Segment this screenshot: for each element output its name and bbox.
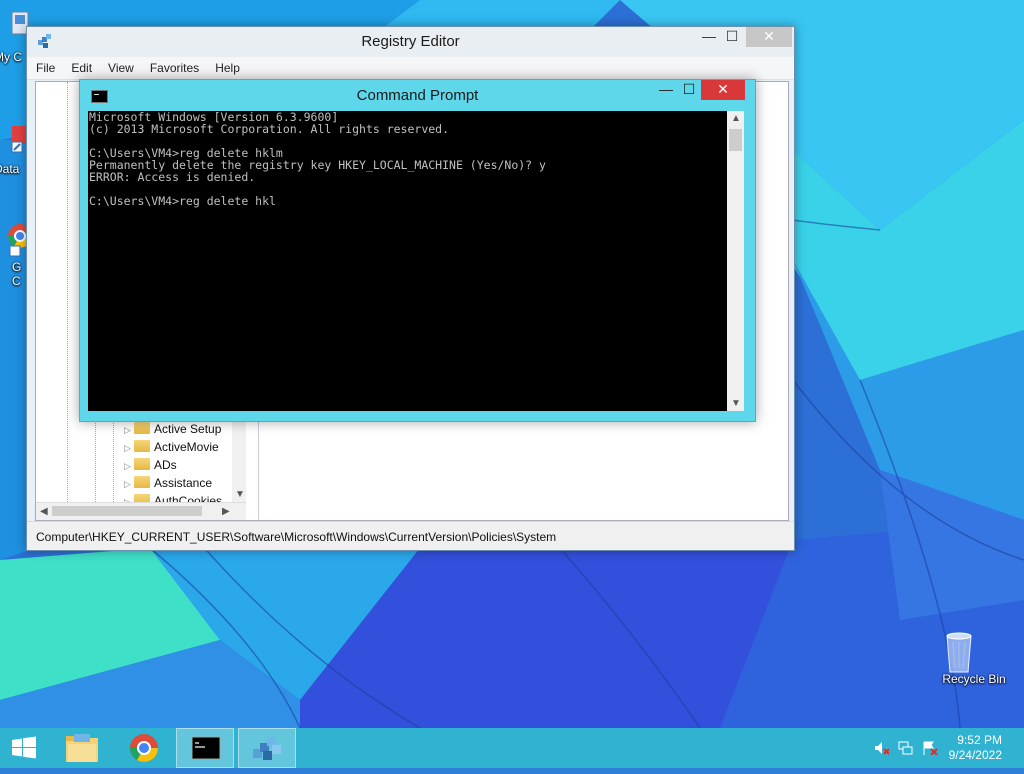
desktop-icon-label: Recycle Bin [942,672,1006,686]
folder-icon [134,440,150,452]
command-prompt-window[interactable]: Command Prompt — ☐ ✕ Microsoft Windows [… [79,79,756,422]
registry-editor-icon [253,737,281,760]
taskbar-command-prompt[interactable] [176,728,234,768]
console-line: ERROR: Access is denied. [89,170,256,184]
menu-favorites[interactable]: Favorites [141,57,206,75]
tree-node-active-setup[interactable]: ▷ Active Setup [124,422,221,436]
folder-icon [134,494,150,502]
chrome-icon [130,734,158,762]
expand-arrow-icon[interactable]: ▷ [124,425,134,436]
tree-node-label: ActiveMovie [154,440,219,454]
system-clock[interactable]: 9:52 PM 9/24/2022 [949,733,1002,763]
taskbar-file-explorer[interactable] [54,728,110,768]
recycle-bin-icon [946,630,994,673]
taskbar: 9:52 PM 9/24/2022 [0,728,1024,768]
taskbar-chrome[interactable] [116,728,172,768]
registry-editor-title: Registry Editor [361,33,460,50]
scroll-right-icon[interactable]: ▶ [222,506,230,517]
tree-node-label: Assistance [154,476,213,490]
network-icon[interactable] [898,741,914,755]
status-bar: Computer\HKEY_CURRENT_USER\Software\Micr… [27,521,794,550]
maximize-button[interactable]: ☐ [674,80,704,100]
command-prompt-icon [191,736,221,760]
tree-node-assistance[interactable]: ▷ Assistance [124,476,212,490]
console-line: (c) 2013 Microsoft Corporation. All righ… [89,122,450,136]
scroll-thumb[interactable] [729,129,742,151]
clock-date: 9/24/2022 [948,748,1002,762]
scroll-up-icon[interactable]: ▲ [731,113,741,124]
volume-muted-icon[interactable] [874,741,890,755]
expand-arrow-icon[interactable]: ▷ [124,461,134,472]
menu-bar: File Edit View Favorites Help [27,57,794,80]
expand-arrow-icon[interactable]: ▷ [124,443,134,454]
menu-help[interactable]: Help [206,57,247,75]
scroll-left-icon[interactable]: ◀ [40,506,48,517]
close-button[interactable]: ✕ [701,80,745,100]
expand-arrow-icon[interactable]: ▷ [124,479,134,490]
desktop-icon-recycle-bin[interactable]: Recycle Bin [939,630,1009,686]
start-button[interactable] [0,728,48,768]
windows-logo-icon [12,736,36,759]
menu-file[interactable]: File [27,57,62,75]
scroll-down-icon[interactable]: ▼ [235,489,245,500]
tree-guide-line [67,82,68,502]
registry-editor-titlebar[interactable]: Registry Editor — ☐ ✕ [27,27,794,57]
tree-node-label: AuthCookies [154,494,223,502]
tree-node-label: ADs [154,458,177,472]
menu-view[interactable]: View [99,57,141,75]
folder-icon [134,422,150,434]
status-path: Computer\HKEY_CURRENT_USER\Software\Micr… [36,530,557,544]
console-input-line[interactable]: C:\Users\VM4>reg delete hkl [89,195,546,207]
tree-node-label: Active Setup [154,422,222,436]
menu-edit[interactable]: Edit [62,57,99,75]
tree-node-ads[interactable]: ▷ ADs [124,458,177,472]
console-output[interactable]: Microsoft Windows [Version 6.3.9600] (c)… [88,111,727,411]
scroll-thumb[interactable] [52,506,202,516]
action-center-flag-icon[interactable] [922,741,938,756]
maximize-button[interactable]: ☐ [717,27,747,47]
scroll-down-icon[interactable]: ▼ [731,398,741,409]
folder-icon [134,458,150,470]
tree-node-activemovie[interactable]: ▷ ActiveMovie [124,440,219,454]
tree-node-authcookies[interactable]: ▷ AuthCookies [124,494,222,502]
folder-icon [66,734,98,762]
console-scrollbar[interactable]: ▲ ▼ [727,111,744,411]
taskbar-registry-editor[interactable] [238,728,296,768]
clock-time: 9:52 PM [957,733,1002,747]
close-button[interactable]: ✕ [746,27,792,47]
tree-horizontal-scrollbar[interactable]: ◀ ▶ [36,502,246,520]
folder-icon [134,476,150,488]
command-prompt-titlebar[interactable]: Command Prompt — ☐ ✕ [80,80,755,110]
